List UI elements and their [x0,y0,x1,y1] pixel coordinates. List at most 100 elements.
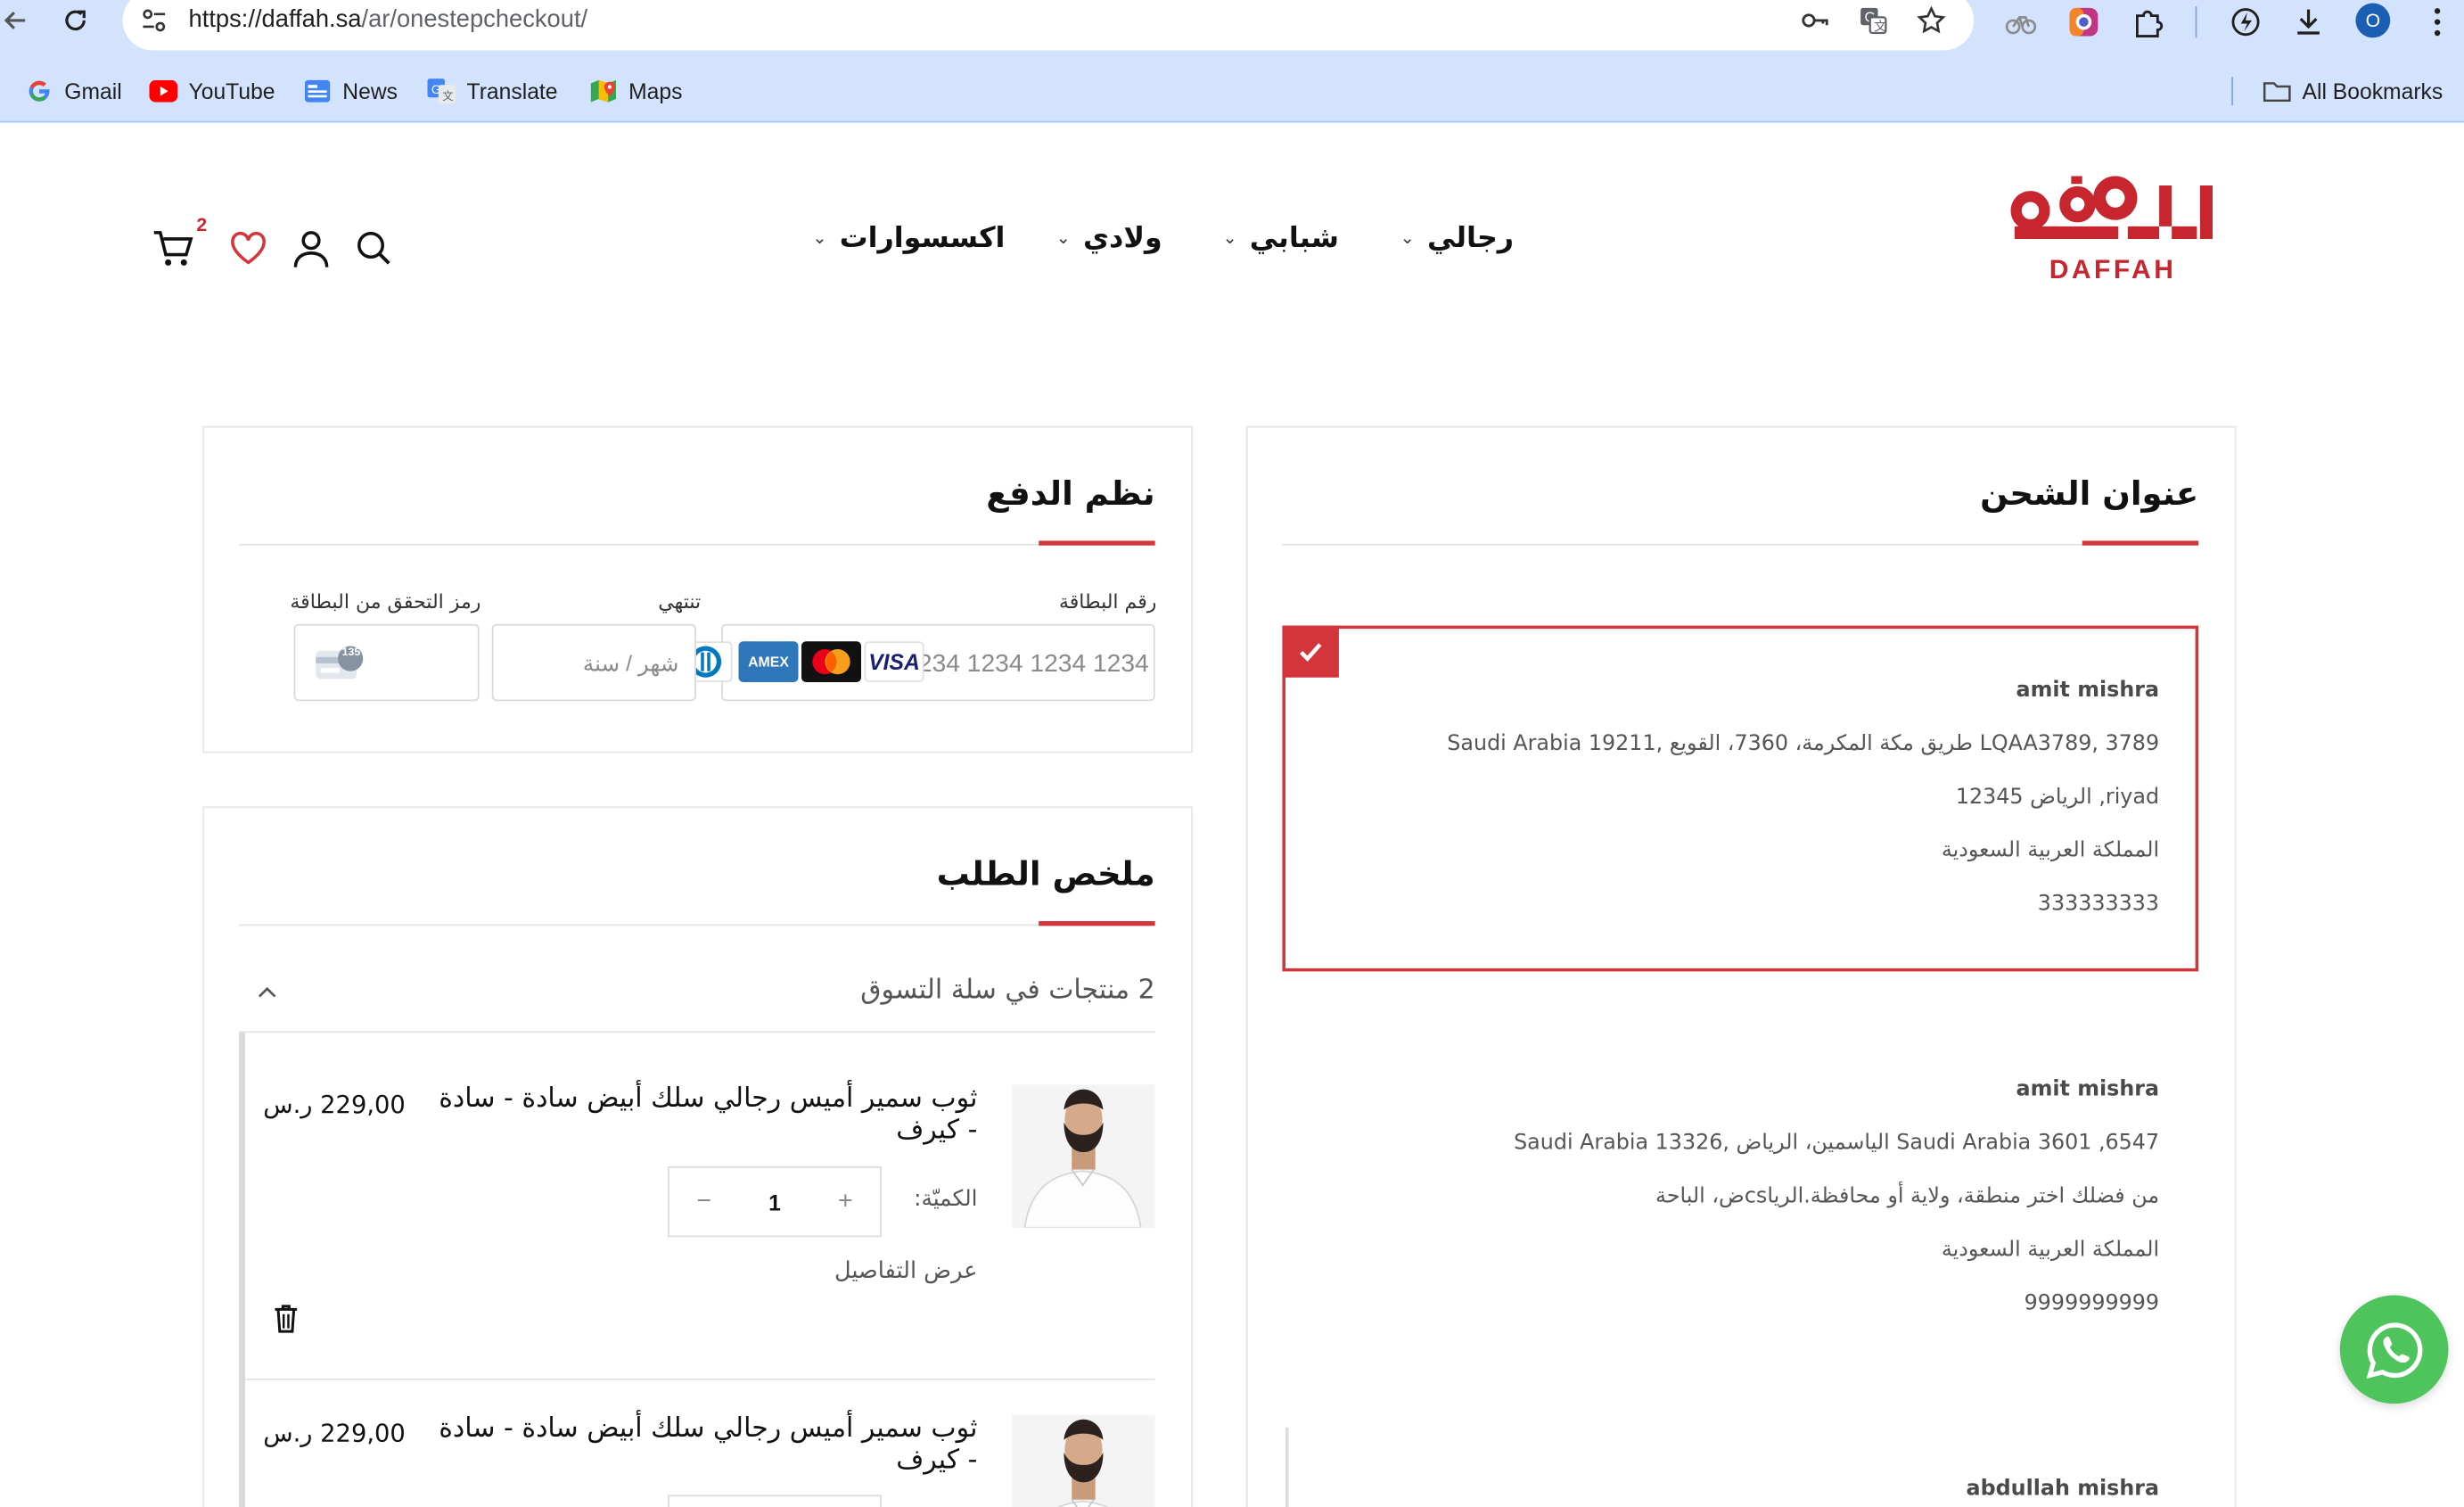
whatsapp-icon [2365,1322,2422,1379]
url-text: https://daffah.sa/ar/onestepcheckout/ [189,6,588,35]
shipping-title-accent [2082,540,2199,546]
view-details-link[interactable]: عرض التفاصيل [739,1259,977,1284]
bookmark-news[interactable]: News [303,76,398,107]
google-news-icon [303,78,332,103]
bookmark-maps[interactable]: Maps [589,76,682,107]
address-phone: 333333333 [2037,891,2160,917]
bookmark-gmail[interactable]: Gmail [25,76,122,107]
summary-title-accent [1039,921,1155,926]
downloads-icon[interactable] [2291,4,2326,39]
bookmark-label: Translate [466,78,558,104]
url-host: https://daffah.sa [188,6,362,34]
back-arrow-icon[interactable] [0,4,31,36]
items-divider [238,1031,1155,1033]
address-line1: 3789 ,LQAA3789 طريق مكة المكرمة، 7360، ا… [1447,730,2160,756]
browser-menu-icon[interactable] [2420,4,2455,39]
payment-title-rule [238,543,1155,546]
qty-increase-button[interactable]: + [811,1168,881,1236]
svg-text:文: 文 [1874,20,1886,34]
visa-card-icon: VISA [864,641,924,683]
cvc-label: رمز التحقق من البطاقة [290,589,481,614]
address-name: amit mishra [2016,1076,2160,1102]
extensions-puzzle-icon[interactable] [2131,4,2165,39]
menu-youth-label: شبابي [1249,220,1339,254]
payment-title-accent [1039,540,1155,546]
address-line2: riyad, الرياض 12345 [1955,784,2160,810]
expiry-label: تنتهي [658,589,702,614]
payment-title: نظم الدفع [986,474,1155,513]
wishlist-heart-icon[interactable] [226,226,270,270]
folder-icon [2263,78,2291,103]
cvc-card-icon: 135 [315,645,365,682]
product-name[interactable]: ثوب سمير أميس رجالي سلك أبيض سادة - سادة… [424,1083,977,1147]
cvc-input[interactable]: 135 [293,623,480,702]
account-user-icon[interactable] [289,226,333,270]
cvc-icon-text: 135 [341,647,361,659]
address-bar[interactable]: https://daffah.sa/ar/onestepcheckout/ G文 [122,0,1975,51]
items-divider [244,1378,1155,1380]
chevron-down-icon: ⌄ [1055,226,1071,248]
trash-icon[interactable] [270,1302,301,1337]
performance-icon[interactable] [2229,4,2263,39]
address-card[interactable]: abdullah mishra [1282,1430,2198,1507]
bookmark-star-icon[interactable] [1916,4,1947,36]
menu-accessories[interactable]: اكسسوارات ⌄ [812,218,1005,256]
all-bookmarks[interactable]: All Bookmarks [2263,76,2443,107]
product-price: 229,00 ر.س [263,1419,406,1448]
bookmark-label: Gmail [64,78,122,104]
product-price: 229,00 ر.س [263,1091,406,1120]
menu-youth[interactable]: شبابي ⌄ [1222,218,1338,256]
quantity-stepper: + 1 − [668,1165,882,1238]
product-image[interactable] [1012,1084,1155,1228]
address-country: المملكة العربية السعودية [1941,837,2160,863]
menu-men[interactable]: رجالي ⌄ [1400,218,1514,256]
shipping-title: عنوان الشحن [1980,474,2199,513]
address-line1: Saudi Arabia 3601 ,6547 الياسمين، الرياض… [1514,1130,2160,1156]
whatsapp-chat-button[interactable] [2339,1295,2449,1404]
address-line2: من فضلك اختر منطقة، ولاية أو محافظة.الري… [1655,1183,2160,1209]
bookmark-translate[interactable]: G文 Translate [427,76,558,107]
amex-card-icon: AMEX [738,641,799,683]
extension-bike-icon[interactable] [2004,4,2039,39]
url-path: /ar/onestepcheckout/ [361,6,588,34]
summary-title-rule [238,924,1155,926]
expiry-placeholder: شهر / سنة [582,650,679,677]
chevron-down-icon: ⌄ [1400,226,1415,248]
menu-boys-label: ولادي [1082,220,1162,254]
address-name: abdullah mishra [1966,1476,2160,1502]
qty-label: الكميّة: [914,1186,978,1213]
chevron-up-icon[interactable] [255,981,280,1006]
bookmark-label: YouTube [188,78,275,104]
cart-items-count[interactable]: 2 منتجات في سلة التسوق [739,975,1154,1006]
product-image[interactable] [1012,1414,1155,1507]
google-translate-icon: G文 [427,78,456,104]
address-country: المملكة العربية السعودية [1941,1237,2160,1263]
expiry-input[interactable]: شهر / سنة [491,623,696,702]
browser-chrome: https://daffah.sa/ar/onestepcheckout/ G文 [0,0,2464,123]
cart-icon[interactable] [151,226,194,270]
menu-boys[interactable]: ولادي ⌄ [1056,218,1162,256]
bookmark-label: Maps [628,78,683,104]
bookmarks-divider [2231,77,2233,106]
reload-icon[interactable] [60,4,91,36]
toolbar-divider [2195,6,2197,38]
password-key-icon[interactable] [1799,4,1830,36]
address-card-selected[interactable]: amit mishra 3789 ,LQAA3789 طريق مكة المك… [1282,625,2199,972]
qty-value[interactable]: 1 [739,1168,811,1236]
profile-avatar[interactable]: O [2355,3,2391,38]
bookmark-youtube[interactable]: YouTube [149,76,275,107]
qty-decrease-button[interactable]: − [669,1168,739,1236]
chevron-down-icon: ⌄ [812,226,827,248]
address-phone: 9999999999 [2024,1290,2160,1316]
product-name[interactable]: ثوب سمير أميس رجالي سلك أبيض سادة - سادة… [424,1413,977,1477]
cart-count-badge: 2 [196,213,208,236]
address-card[interactable]: amit mishra Saudi Arabia 3601 ,6547 اليا… [1282,1031,2198,1346]
quantity-stepper [668,1495,882,1507]
extension-color-icon[interactable] [2066,4,2101,39]
search-icon[interactable] [352,226,396,270]
translate-page-icon[interactable]: G文 [1858,4,1889,36]
shipping-title-rule [1282,543,2199,546]
logo-arabic-mark [2010,176,2213,239]
all-bookmarks-label: All Bookmarks [2302,78,2443,104]
site-settings-icon[interactable] [138,4,169,36]
